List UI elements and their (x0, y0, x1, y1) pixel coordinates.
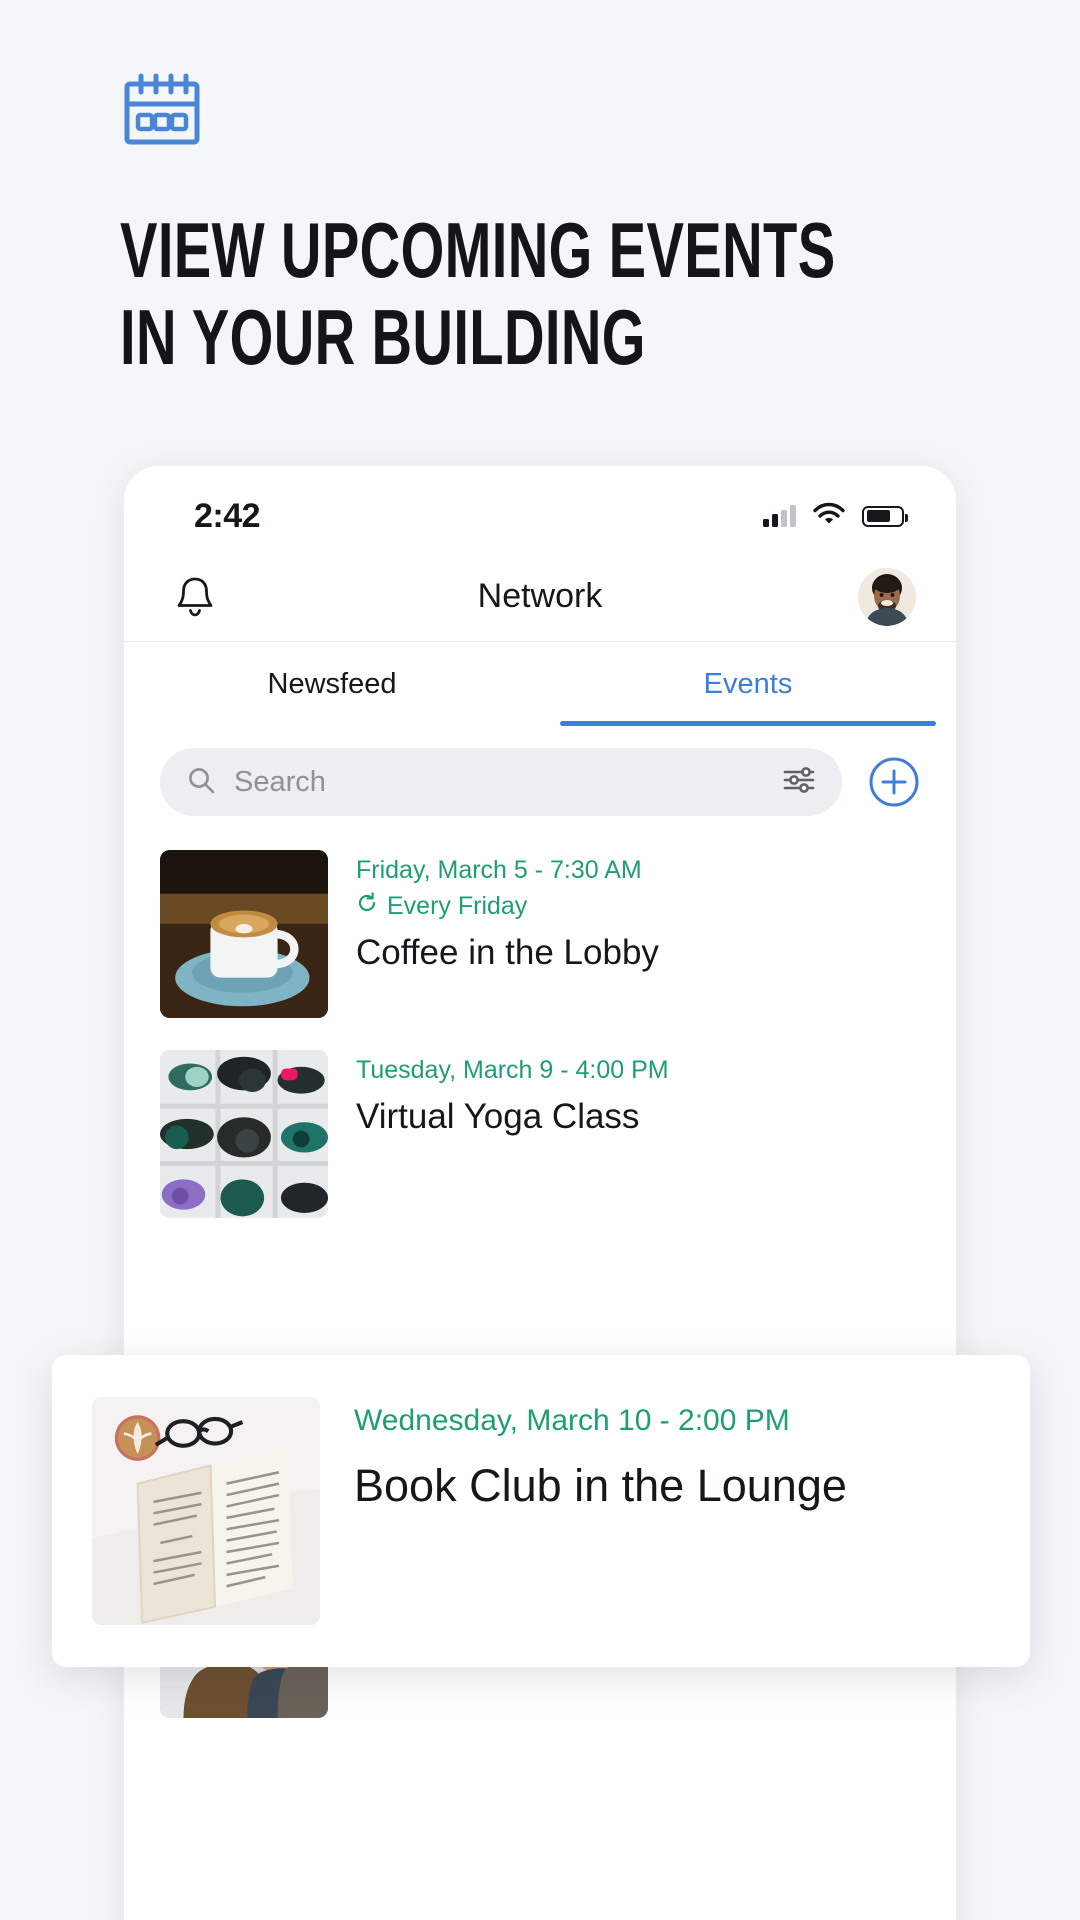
nav-title: Network (477, 577, 603, 615)
add-event-button[interactable] (868, 756, 920, 808)
filter-sliders-icon[interactable] (782, 765, 816, 800)
avatar[interactable] (858, 567, 916, 626)
search-input[interactable]: Search (160, 748, 842, 816)
repeat-icon (356, 890, 378, 924)
calendar-icon (120, 72, 980, 157)
tab-newsfeed[interactable]: Newsfeed (124, 642, 540, 726)
event-title: Virtual Yoga Class (356, 1096, 640, 1136)
event-repeat-label: Every Friday (387, 891, 528, 920)
status-bar: 2:42 (124, 466, 956, 552)
event-repeat: Every Friday (356, 890, 659, 924)
event-title: Book Club in the Lounge (354, 1459, 847, 1511)
coffee-cup-photo (160, 850, 328, 1018)
open-book-photo (92, 1397, 320, 1625)
event-date: Tuesday, March 9 - 4:00 PM (356, 1056, 669, 1084)
wifi-icon (813, 502, 845, 531)
phone-mockup: 2:42 Network Newsfeed Events Search Frid… (124, 466, 956, 1920)
highlighted-event-card[interactable]: Wednesday, March 10 - 2:00 PM Book Club … (52, 1355, 1030, 1667)
list-item[interactable]: Friday, March 5 - 7:30 AM Every Friday C… (160, 834, 956, 1034)
yoga-mats-photo (160, 1050, 328, 1218)
event-date: Friday, March 5 - 7:30 AM (356, 856, 642, 884)
tab-events[interactable]: Events (540, 642, 956, 726)
app-nav-bar: Network (124, 552, 956, 642)
tab-bar: Newsfeed Events (124, 642, 956, 726)
event-date: Wednesday, March 10 - 2:00 PM (354, 1404, 790, 1437)
status-time: 2:42 (194, 496, 261, 535)
search-row: Search (124, 726, 956, 834)
cellular-signal-icon (763, 505, 796, 527)
search-icon (186, 765, 216, 800)
search-placeholder: Search (234, 765, 326, 798)
battery-icon (862, 505, 908, 527)
promo-header: VIEW UPCOMING EVENTS IN YOUR BUILDING (120, 72, 980, 382)
event-title: Coffee in the Lobby (356, 932, 659, 972)
list-item[interactable]: Tuesday, March 9 - 4:00 PM Virtual Yoga … (160, 1034, 956, 1234)
page-title: VIEW UPCOMING EVENTS IN YOUR BUILDING (120, 206, 836, 382)
